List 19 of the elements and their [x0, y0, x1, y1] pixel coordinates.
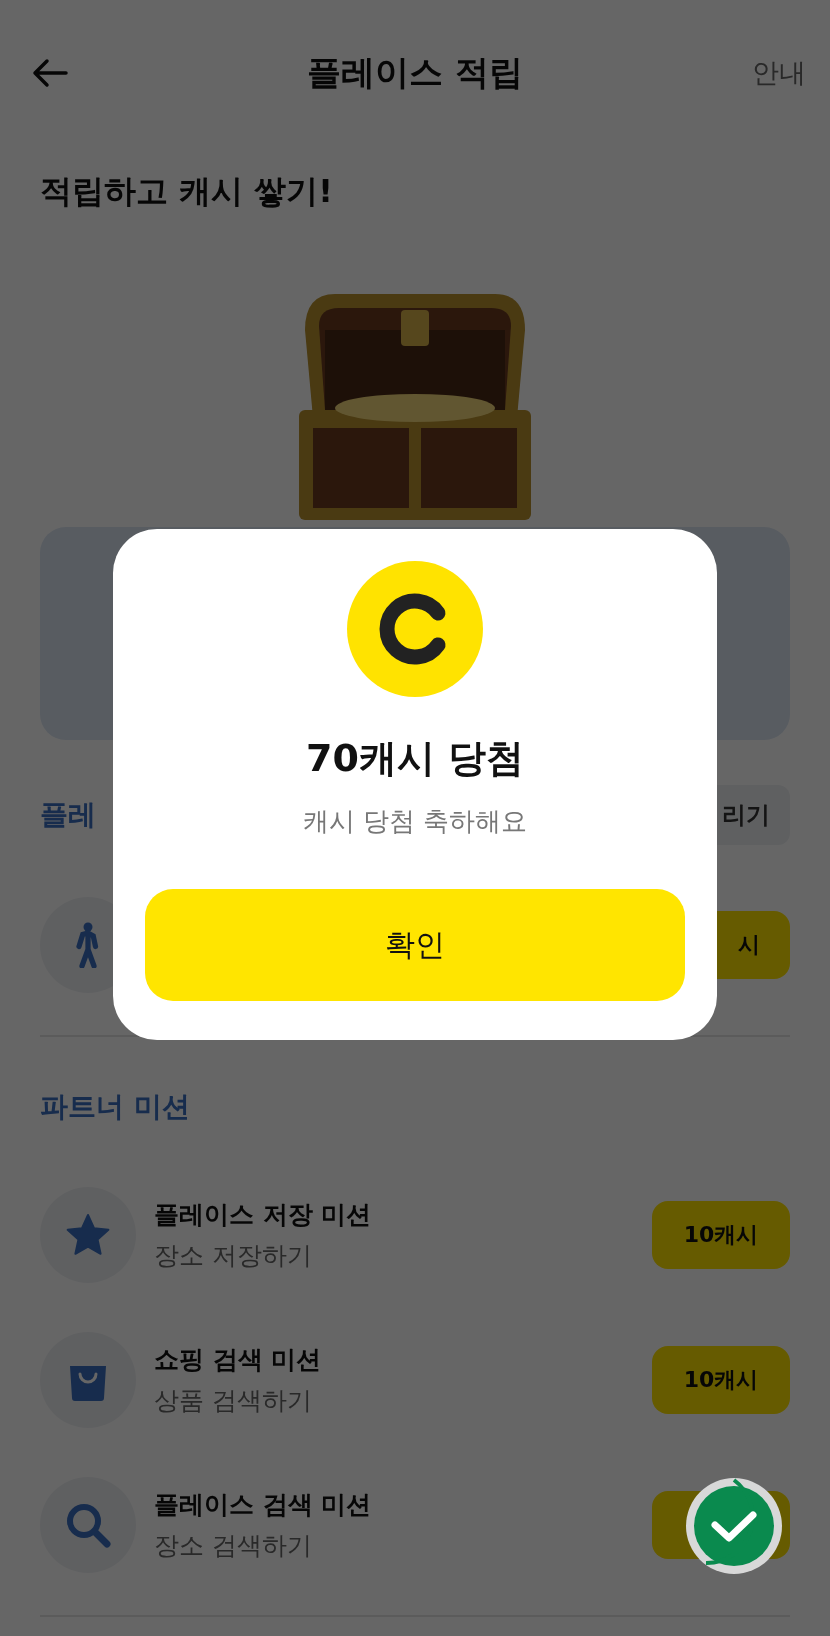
- confirm-button[interactable]: 확인: [145, 889, 685, 1001]
- coin-icon: [347, 561, 483, 697]
- reward-button[interactable]: 10캐시: [652, 1345, 790, 1414]
- mission-subtitle: 장소 검색하기: [154, 1529, 313, 1562]
- mission-title: 플레이스 저장 미션: [154, 1198, 373, 1231]
- section-title: 파트너 미션: [40, 1089, 190, 1125]
- dialog-title: 70캐시 당첨: [305, 735, 525, 782]
- info-link[interactable]: 안내: [752, 55, 806, 91]
- section-title: 플레: [40, 797, 96, 833]
- mission-title: 쇼핑 검색 미션: [154, 1343, 323, 1376]
- mission-title: 플레이스 검색 미션: [154, 1488, 373, 1521]
- check-progress-icon[interactable]: [684, 1476, 784, 1576]
- page-title: 플레이스 적립: [307, 51, 523, 94]
- mission-subtitle: 상품 검색하기: [154, 1384, 313, 1417]
- dialog-message: 캐시 당첨 축하해요: [302, 805, 528, 838]
- reward-button[interactable]: 10캐시: [652, 1200, 790, 1269]
- mission-subtitle: 장소 저장하기: [154, 1239, 313, 1272]
- back-arrow-icon[interactable]: [32, 58, 68, 88]
- headline: 적립하고 캐시 쌓기!: [39, 171, 334, 210]
